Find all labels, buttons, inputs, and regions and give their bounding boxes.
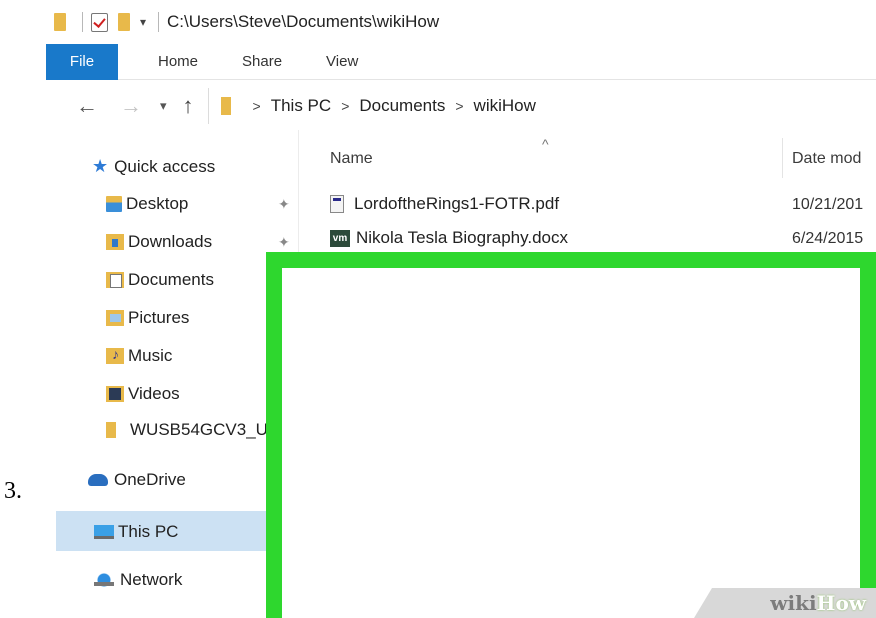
tab-home[interactable]: Home bbox=[118, 53, 220, 70]
sidebar-item-label: Quick access bbox=[114, 156, 216, 176]
sidebar-item-label: Pictures bbox=[128, 308, 190, 327]
pin-icon[interactable]: ✦ bbox=[278, 196, 290, 213]
sidebar-item-label: Desktop bbox=[126, 194, 189, 213]
green-highlight-empty-area[interactable] bbox=[266, 252, 876, 618]
sidebar-item-network[interactable]: Network bbox=[94, 570, 182, 590]
new-folder-icon[interactable] bbox=[118, 13, 130, 31]
pin-icon[interactable]: ✦ bbox=[278, 234, 290, 251]
sidebar-item-label: OneDrive bbox=[114, 470, 186, 489]
recent-locations-chevron-icon[interactable]: ▾ bbox=[160, 98, 167, 114]
column-header-date-modified[interactable]: Date mod bbox=[792, 150, 861, 168]
forward-arrow-icon[interactable]: → bbox=[120, 93, 142, 119]
breadcrumb-chevron-icon[interactable]: > bbox=[341, 98, 349, 114]
sidebar-item-music[interactable]: Music bbox=[106, 346, 172, 366]
desktop-folder-icon bbox=[106, 196, 122, 212]
tab-file[interactable]: File bbox=[46, 43, 118, 80]
back-arrow-icon[interactable]: ← bbox=[76, 93, 98, 119]
file-date: 6/24/2015 bbox=[792, 230, 864, 247]
pdf-file-icon bbox=[330, 195, 344, 213]
breadcrumb-chevron-icon[interactable]: > bbox=[253, 98, 261, 114]
up-arrow-icon[interactable]: ↑ bbox=[183, 93, 194, 119]
sidebar-item-pictures[interactable]: Pictures bbox=[106, 308, 189, 328]
computer-icon bbox=[94, 525, 114, 539]
ribbon-tabs: File Home Share View bbox=[46, 43, 876, 80]
sort-ascending-icon: ^ bbox=[542, 136, 549, 152]
folder-icon bbox=[54, 13, 66, 31]
sidebar-item-label: This PC bbox=[118, 522, 179, 541]
documents-folder-icon bbox=[106, 272, 124, 288]
tab-view[interactable]: View bbox=[304, 53, 380, 70]
breadcrumb-chevron-icon[interactable]: > bbox=[455, 98, 463, 114]
customize-toolbar-dropdown[interactable]: ▾ bbox=[140, 15, 146, 29]
column-divider[interactable] bbox=[782, 138, 783, 178]
sidebar-item-label: Documents bbox=[128, 270, 214, 289]
sidebar-item-this-pc[interactable]: This PC bbox=[94, 522, 178, 542]
step-number: 3. bbox=[4, 478, 22, 504]
sidebar-item-label: Videos bbox=[128, 384, 180, 403]
file-row-docx[interactable]: vm Nikola Tesla Biography.docx bbox=[330, 228, 568, 248]
address-bar: ← → ▾ ↑ > This PC > Documents > wikiHow bbox=[46, 84, 876, 128]
file-row-pdf[interactable]: LordoftheRings1-FOTR.pdf bbox=[330, 194, 559, 214]
sidebar-item-onedrive[interactable]: OneDrive bbox=[88, 470, 186, 490]
toolbar-divider bbox=[158, 12, 160, 32]
window-title: C:\Users\Steve\Documents\wikiHow bbox=[167, 12, 440, 31]
star-icon: ★ bbox=[92, 156, 109, 176]
usb-folder-icon bbox=[106, 422, 116, 438]
music-folder-icon bbox=[106, 346, 124, 364]
properties-check-icon[interactable] bbox=[91, 12, 108, 32]
file-name: Nikola Tesla Biography.docx bbox=[356, 228, 568, 247]
vm-docx-icon: vm bbox=[330, 229, 350, 247]
network-icon bbox=[94, 572, 114, 588]
breadcrumb-this-pc[interactable]: This PC bbox=[271, 96, 331, 116]
folder-icon bbox=[220, 97, 231, 115]
wikihow-watermark: wiki How bbox=[694, 588, 876, 618]
file-name: LordoftheRings1-FOTR.pdf bbox=[354, 194, 560, 213]
breadcrumb-wikihow[interactable]: wikiHow bbox=[474, 96, 536, 116]
tab-share[interactable]: Share bbox=[220, 53, 304, 70]
sidebar-item-label: Downloads bbox=[128, 232, 213, 251]
sidebar-item-quick-access[interactable]: ★ Quick access bbox=[92, 156, 215, 177]
sidebar-item-documents[interactable]: Documents bbox=[106, 270, 214, 290]
sidebar-item-downloads[interactable]: Downloads bbox=[106, 232, 212, 252]
downloads-folder-icon bbox=[106, 234, 124, 250]
file-date: 10/21/201 bbox=[792, 196, 864, 213]
videos-folder-icon bbox=[106, 386, 124, 402]
cloud-icon bbox=[88, 474, 108, 486]
navigation-pane: ★ Quick access Desktop ✦ Downloads ✦ Doc… bbox=[46, 130, 299, 618]
address-field[interactable]: > This PC > Documents > wikiHow bbox=[207, 88, 876, 124]
watermark-text: How bbox=[816, 591, 866, 615]
breadcrumb-documents[interactable]: Documents bbox=[359, 96, 445, 116]
toolbar-divider bbox=[82, 12, 83, 32]
sidebar-item-videos[interactable]: Videos bbox=[106, 384, 180, 404]
watermark-text: wiki bbox=[770, 591, 817, 615]
title-bar: ▾ C:\Users\Steve\Documents\wikiHow bbox=[46, 0, 876, 44]
column-header-name[interactable]: Name bbox=[330, 150, 373, 168]
sidebar-item-desktop[interactable]: Desktop bbox=[106, 194, 188, 214]
sidebar-item-label: Network bbox=[120, 570, 183, 589]
sidebar-item-label: Music bbox=[128, 346, 173, 365]
pictures-folder-icon bbox=[106, 310, 124, 326]
